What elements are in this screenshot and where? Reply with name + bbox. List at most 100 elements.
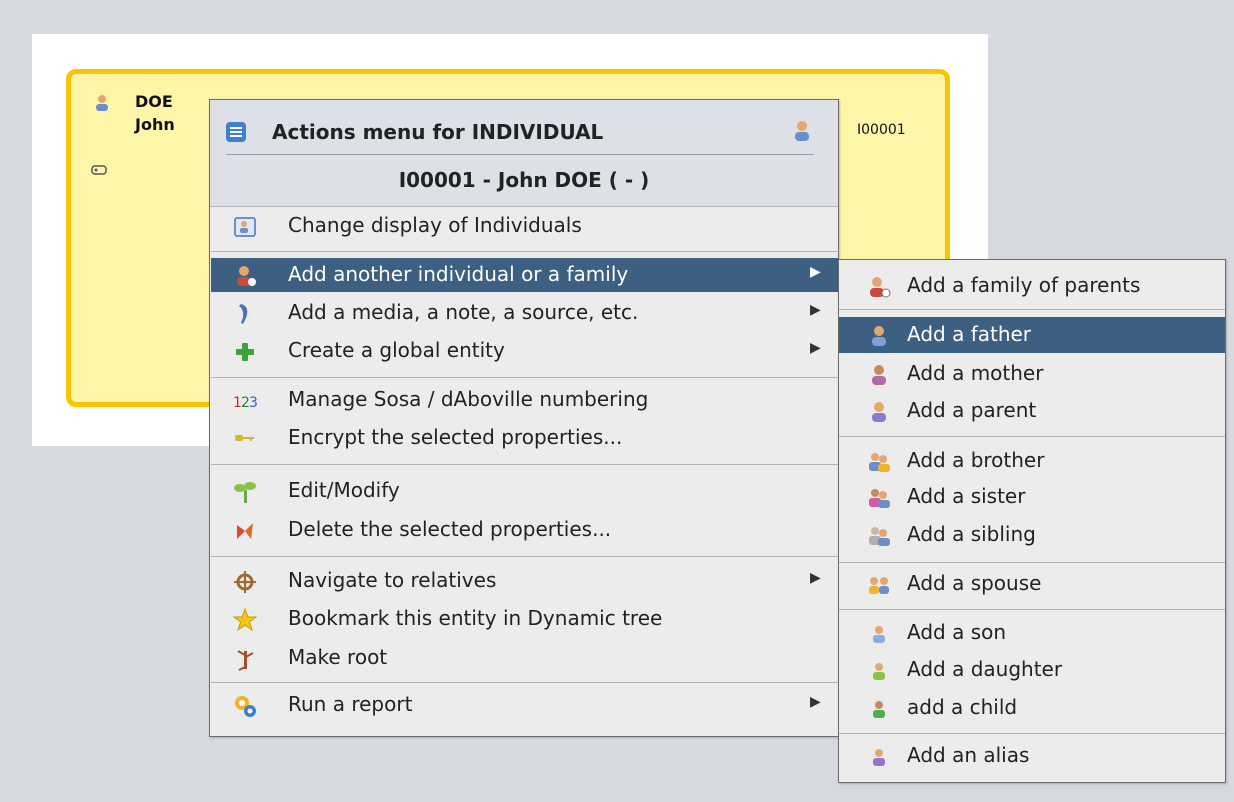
menu-item-add-individual-or-family[interactable]: Add another individual or a family ▶ [211,258,839,292]
submenu-item-label: Add a sibling [907,522,1036,546]
submenu-item-add-spouse[interactable]: Add a spouse [839,566,1225,602]
delete-icon [233,519,257,543]
daughter-icon [867,659,891,683]
root-icon [233,647,257,671]
menu-item-delete-properties[interactable]: Delete the selected properties... [211,513,839,547]
submenu-item-label: Add a son [907,620,1007,644]
submenu-item-label: Add a daughter [907,657,1063,681]
actions-menu: Actions menu for INDIVIDUAL I00001 - Joh… [209,99,839,737]
submenu-item-add-daughter[interactable]: Add a daughter [839,652,1225,688]
person-icon [93,94,111,112]
menu-item-run-report[interactable]: Run a report ▶ [211,688,839,722]
brother-icon [867,450,891,474]
parent-icon [867,400,891,424]
menu-item-label: Add a media, a note, a source, etc. [288,300,639,324]
key-icon [233,427,257,451]
helm-icon [233,570,257,594]
submenu-item-add-alias[interactable]: Add an alias [839,738,1225,774]
alias-icon [867,745,891,769]
menu-item-label: Delete the selected properties... [288,517,612,541]
sister-icon [867,486,891,510]
submenu-item-add-son[interactable]: Add a son [839,615,1225,651]
menu-item-label: Change display of Individuals [288,213,582,237]
menu-item-label: Add another individual or a family [288,262,629,286]
report-icon [233,694,257,718]
menu-divider [211,377,839,378]
menu-divider [211,556,839,557]
submenu-item-add-sister[interactable]: Add a sister [839,479,1225,515]
submenu-item-label: Add an alias [907,743,1030,767]
spouse-icon [867,573,891,597]
submenu-item-label: Add a brother [907,448,1045,472]
submenu-item-add-father[interactable]: Add a father [839,317,1225,353]
submenu-item-label: Add a mother [907,361,1044,385]
individual-icon [791,120,813,142]
son-icon [867,622,891,646]
menu-item-change-display[interactable]: Change display of Individuals [211,209,839,243]
menu-subtitle: I00001 - John DOE ( - ) [398,168,650,192]
submenu-item-add-mother[interactable]: Add a mother [839,356,1225,392]
submenu-arrow-icon: ▶ [810,264,821,280]
card-surname: DOE [135,92,173,111]
card-id: I00001 [857,122,906,138]
menu-item-create-global-entity[interactable]: Create a global entity ▶ [211,334,839,368]
child-icon [867,697,891,721]
menu-title: Actions menu for INDIVIDUAL [272,120,604,144]
menu-item-encrypt-properties[interactable]: Encrypt the selected properties... [211,421,839,455]
menu-item-label: Encrypt the selected properties... [288,425,623,449]
submenu-item-label: Add a spouse [907,571,1042,595]
menu-item-label: Bookmark this entity in Dynamic tree [288,606,663,630]
menu-item-make-root[interactable]: Make root [211,641,839,675]
menu-item-label: Create a global entity [288,338,505,362]
submenu-divider [839,733,1225,734]
submenu-arrow-icon: ▶ [810,694,821,710]
add-individual-submenu: Add a family of parents Add a father Add… [838,259,1226,783]
submenu-arrow-icon: ▶ [810,302,821,318]
header-divider [226,154,814,155]
sibling-icon [867,524,891,548]
menu-icon [225,121,247,143]
submenu-item-add-family-of-parents[interactable]: Add a family of parents [839,268,1225,304]
menu-divider [211,682,839,683]
submenu-item-label: add a child [907,695,1018,719]
menu-item-label: Navigate to relatives [288,568,497,592]
submenu-item-label: Add a father [907,322,1032,346]
menu-divider [211,464,839,465]
menu-item-bookmark-entity[interactable]: Bookmark this entity in Dynamic tree [211,602,839,636]
star-icon [233,608,257,632]
display-icon [233,215,257,239]
numbering-icon: 123 [233,389,257,413]
submenu-item-add-brother[interactable]: Add a brother [839,443,1225,479]
sprout-icon [233,480,257,504]
submenu-divider [839,609,1225,610]
menu-item-navigate-relatives[interactable]: Navigate to relatives ▶ [211,564,839,598]
submenu-item-label: Add a family of parents [907,273,1141,297]
menu-item-label: Edit/Modify [288,478,400,502]
submenu-item-label: Add a parent [907,398,1037,422]
submenu-arrow-icon: ▶ [810,340,821,356]
card-given-name: John [135,115,175,134]
submenu-item-add-sibling[interactable]: Add a sibling [839,517,1225,553]
submenu-divider [839,309,1225,310]
menu-item-add-media-note-source[interactable]: Add a media, a note, a source, etc. ▶ [211,296,839,330]
menu-item-label: Make root [288,645,388,669]
menu-item-manage-sosa-numbering[interactable]: 123 Manage Sosa / dAboville numbering [211,383,839,417]
submenu-divider [839,436,1225,437]
submenu-arrow-icon: ▶ [810,570,821,586]
plus-icon [233,340,257,364]
svg-text:3: 3 [249,395,257,411]
submenu-divider [839,562,1225,563]
submenu-item-add-child[interactable]: add a child [839,690,1225,726]
menu-divider [211,251,839,252]
add-person-icon [233,264,257,288]
quill-icon [233,302,257,326]
menu-item-label: Manage Sosa / dAboville numbering [288,387,649,411]
submenu-item-label: Add a sister [907,484,1026,508]
mother-icon [867,363,891,387]
menu-header: Actions menu for INDIVIDUAL I00001 - Joh… [210,100,838,207]
father-icon [867,324,891,348]
menu-item-edit-modify[interactable]: Edit/Modify [211,474,839,508]
menu-item-label: Run a report [288,692,413,716]
submenu-item-add-parent[interactable]: Add a parent [839,393,1225,429]
family-icon [867,275,891,299]
